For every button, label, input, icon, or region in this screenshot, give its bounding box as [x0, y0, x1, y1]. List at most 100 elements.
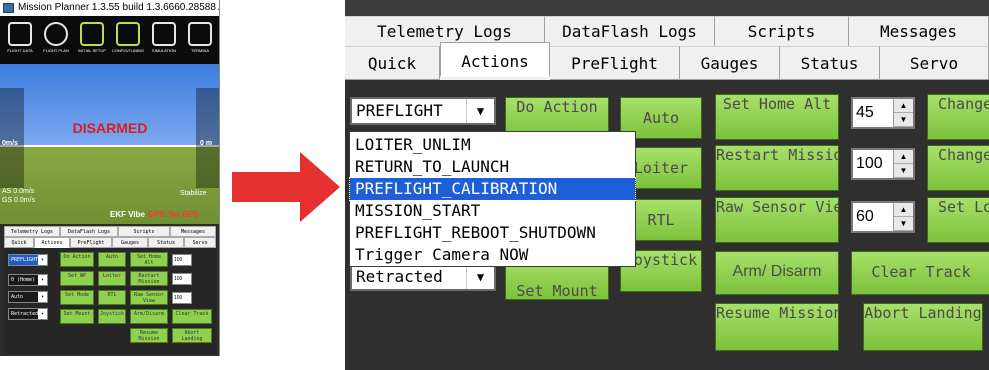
set-loiter-button[interactable]: Set Loiter	[927, 197, 989, 243]
change-throttle-button[interactable]: Change Throttle	[927, 94, 989, 140]
thumb-number-1[interactable]: 100	[172, 254, 192, 266]
thumb-arm-disarm-button[interactable]: Arm/Disarm	[130, 309, 168, 324]
spin-up-icon[interactable]: ▲	[894, 150, 913, 164]
thumb-tab-servo[interactable]: Servo	[184, 237, 216, 248]
thumb-mode-combo[interactable]: Auto ▾	[8, 291, 48, 303]
flight-mode: Stabilize	[180, 190, 207, 197]
dropdown-option-loiter-unlim[interactable]: LOITER_UNLIM	[350, 134, 635, 156]
tab-quick[interactable]: Quick	[345, 46, 440, 80]
chevron-down-icon[interactable]: ▼	[466, 99, 494, 123]
menu-terminal[interactable]: TERMINA	[182, 20, 218, 62]
thumb-tab-status[interactable]: Status	[148, 237, 184, 248]
alt-spinner[interactable]: ▲ ▼	[893, 150, 913, 178]
speed-tape	[0, 88, 24, 188]
spin-up-icon[interactable]: ▲	[894, 99, 913, 113]
resume-mission-button[interactable]: Resume Mission	[715, 303, 839, 351]
dropdown-option-mission-start[interactable]: MISSION_START	[350, 200, 635, 222]
thumb-tab-preflight[interactable]: PreFlight	[70, 237, 112, 248]
thumb-raw-sensor-button[interactable]: Raw Sensor View	[130, 290, 168, 305]
thumb-clear-track-button[interactable]: Clear Track	[172, 309, 212, 324]
menu-flight-data[interactable]: FLIGHT DATA	[2, 20, 38, 62]
spin-down-icon[interactable]: ▼	[894, 217, 913, 231]
tab-dataflash-logs[interactable]: DataFlash Logs	[545, 16, 715, 46]
thumb-joystick-button[interactable]: Joystick	[98, 309, 126, 324]
throttle-spinner[interactable]: ▲ ▼	[893, 99, 913, 127]
thumb-tab-telemetry-logs[interactable]: Telemetry Logs	[4, 226, 60, 237]
throttle-input[interactable]: 45 ▲ ▼	[851, 97, 915, 129]
tab-preflight[interactable]: PreFlight	[550, 46, 680, 80]
arrow-head-icon	[300, 152, 340, 222]
mount-combo[interactable]: Retracted ▼	[350, 263, 496, 291]
arrow-right-icon	[232, 172, 302, 202]
menu-initial-setup[interactable]: INITIAL SETUP	[74, 20, 110, 62]
window-title: Mission Planner 1.3.55 build 1.3.6660.28…	[18, 2, 219, 13]
globe-icon	[44, 22, 68, 46]
clear-track-button[interactable]: Clear Track	[851, 251, 989, 295]
altitude-readout: 0 m	[200, 140, 213, 147]
thumb-tab-quick[interactable]: Quick	[4, 237, 34, 248]
set-home-alt-button[interactable]: Set Home Alt	[715, 94, 839, 140]
thumb-actions-panel: PREFLIGHT ▾ 0 (Home) ▾ Auto ▾ Retracted ▾ Do…	[4, 248, 216, 354]
action-combo[interactable]: PREFLIGHT ▼	[350, 97, 496, 125]
abort-landing-button[interactable]: Abort Landing	[863, 303, 983, 351]
loiter-radius-input[interactable]: 60 ▲ ▼	[851, 201, 915, 233]
tabs-row2: Quick Actions PreFlight Gauges Status Se…	[345, 42, 989, 80]
thumb-mount-combo[interactable]: Retracted ▾	[8, 308, 48, 320]
tab-scripts[interactable]: Scripts	[715, 16, 849, 46]
spin-up-icon[interactable]: ▲	[894, 203, 913, 217]
thumb-tab-scripts[interactable]: Scripts	[118, 226, 170, 237]
restart-mission-button[interactable]: Restart Mission	[715, 145, 839, 191]
menu-config-tuning[interactable]: CONFIG/TUNING	[110, 20, 146, 62]
menu-flight-plan[interactable]: FLIGHT PLAN	[38, 20, 74, 62]
gear-icon	[80, 22, 104, 46]
spin-down-icon[interactable]: ▼	[894, 113, 913, 127]
dropdown-option-return-to-launch[interactable]: RETURN_TO_LAUNCH	[350, 156, 635, 178]
thumb-wp-combo[interactable]: 0 (Home) ▾	[8, 274, 48, 286]
dropdown-option-preflight-calibration[interactable]: PREFLIGHT_CALIBRATION	[349, 177, 636, 201]
tab-actions[interactable]: Actions	[440, 42, 550, 77]
loiter-spinner[interactable]: ▲ ▼	[893, 203, 913, 231]
thumb-auto-button[interactable]: Auto	[98, 252, 126, 267]
spin-down-icon[interactable]: ▼	[894, 164, 913, 178]
thumb-set-home-alt-button[interactable]: Set Home Alt	[130, 252, 168, 267]
thumb-do-action-button[interactable]: Do Action	[60, 252, 94, 267]
chevron-down-icon: ▾	[38, 255, 47, 265]
hud-display: 0m/s 0 m DISARMED AS 0.0m/s GS 0.0m/s St…	[0, 64, 219, 224]
flight-data-icon	[8, 22, 32, 46]
tab-messages[interactable]: Messages	[849, 16, 989, 46]
thumb-tab-gauges[interactable]: Gauges	[112, 237, 148, 248]
chevron-down-icon: ▾	[38, 309, 47, 319]
thumb-action-combo[interactable]: PREFLIGHT ▾	[8, 254, 48, 266]
tab-status[interactable]: Status	[780, 46, 880, 80]
thumb-set-mount-button[interactable]: Set Mount	[60, 309, 94, 324]
groundspeed-readout: GS 0.0m/s	[2, 197, 36, 204]
dropdown-option-trigger-camera[interactable]: Trigger Camera NOW	[350, 244, 635, 266]
thumb-rtl-button[interactable]: RTL	[98, 290, 126, 305]
thumb-tab-messages[interactable]: Messages	[170, 226, 216, 237]
hud-status-line: EKF Vibe GPS: No GPS	[110, 210, 199, 219]
raw-sensor-view-button[interactable]: Raw Sensor View	[715, 197, 839, 243]
thumb-tabs-row2: Quick Actions PreFlight Gauges Status Se…	[4, 237, 216, 248]
thumb-number-2[interactable]: 100	[172, 273, 192, 285]
arm-disarm-button[interactable]: Arm/ Disarm	[715, 251, 839, 295]
menu-simulation[interactable]: SIMULATION	[146, 20, 182, 62]
thumb-loiter-button[interactable]: Loiter	[98, 271, 126, 286]
thumb-tab-actions[interactable]: Actions	[34, 237, 70, 248]
dropdown-option-preflight-reboot-shutdown[interactable]: PREFLIGHT_REBOOT_SHUTDOWN	[350, 222, 635, 244]
tab-gauges[interactable]: Gauges	[680, 46, 780, 80]
thumb-set-wp-button[interactable]: Set WP	[60, 271, 94, 286]
change-alt-button[interactable]: Change Alt	[927, 145, 989, 191]
monitor-icon	[152, 22, 176, 46]
mission-planner-thumbnail: Mission Planner 1.3.55 build 1.3.6660.28…	[0, 0, 220, 356]
terminal-icon	[188, 22, 212, 46]
tab-servo[interactable]: Servo	[880, 46, 989, 80]
chevron-down-icon[interactable]: ▼	[466, 265, 494, 289]
thumb-set-mode-button[interactable]: Set Mode	[60, 290, 94, 305]
alt-input[interactable]: 100 ▲ ▼	[851, 148, 915, 180]
thumb-number-3[interactable]: 100	[172, 292, 192, 304]
app-icon	[3, 3, 14, 13]
thumb-tab-dataflash-logs[interactable]: DataFlash Logs	[60, 226, 118, 237]
thumb-resume-mission-button[interactable]: Resume Mission	[130, 328, 168, 343]
thumb-restart-mission-button[interactable]: Restart Mission	[130, 271, 168, 286]
thumb-abort-landing-button[interactable]: Abort Landing	[172, 328, 212, 343]
